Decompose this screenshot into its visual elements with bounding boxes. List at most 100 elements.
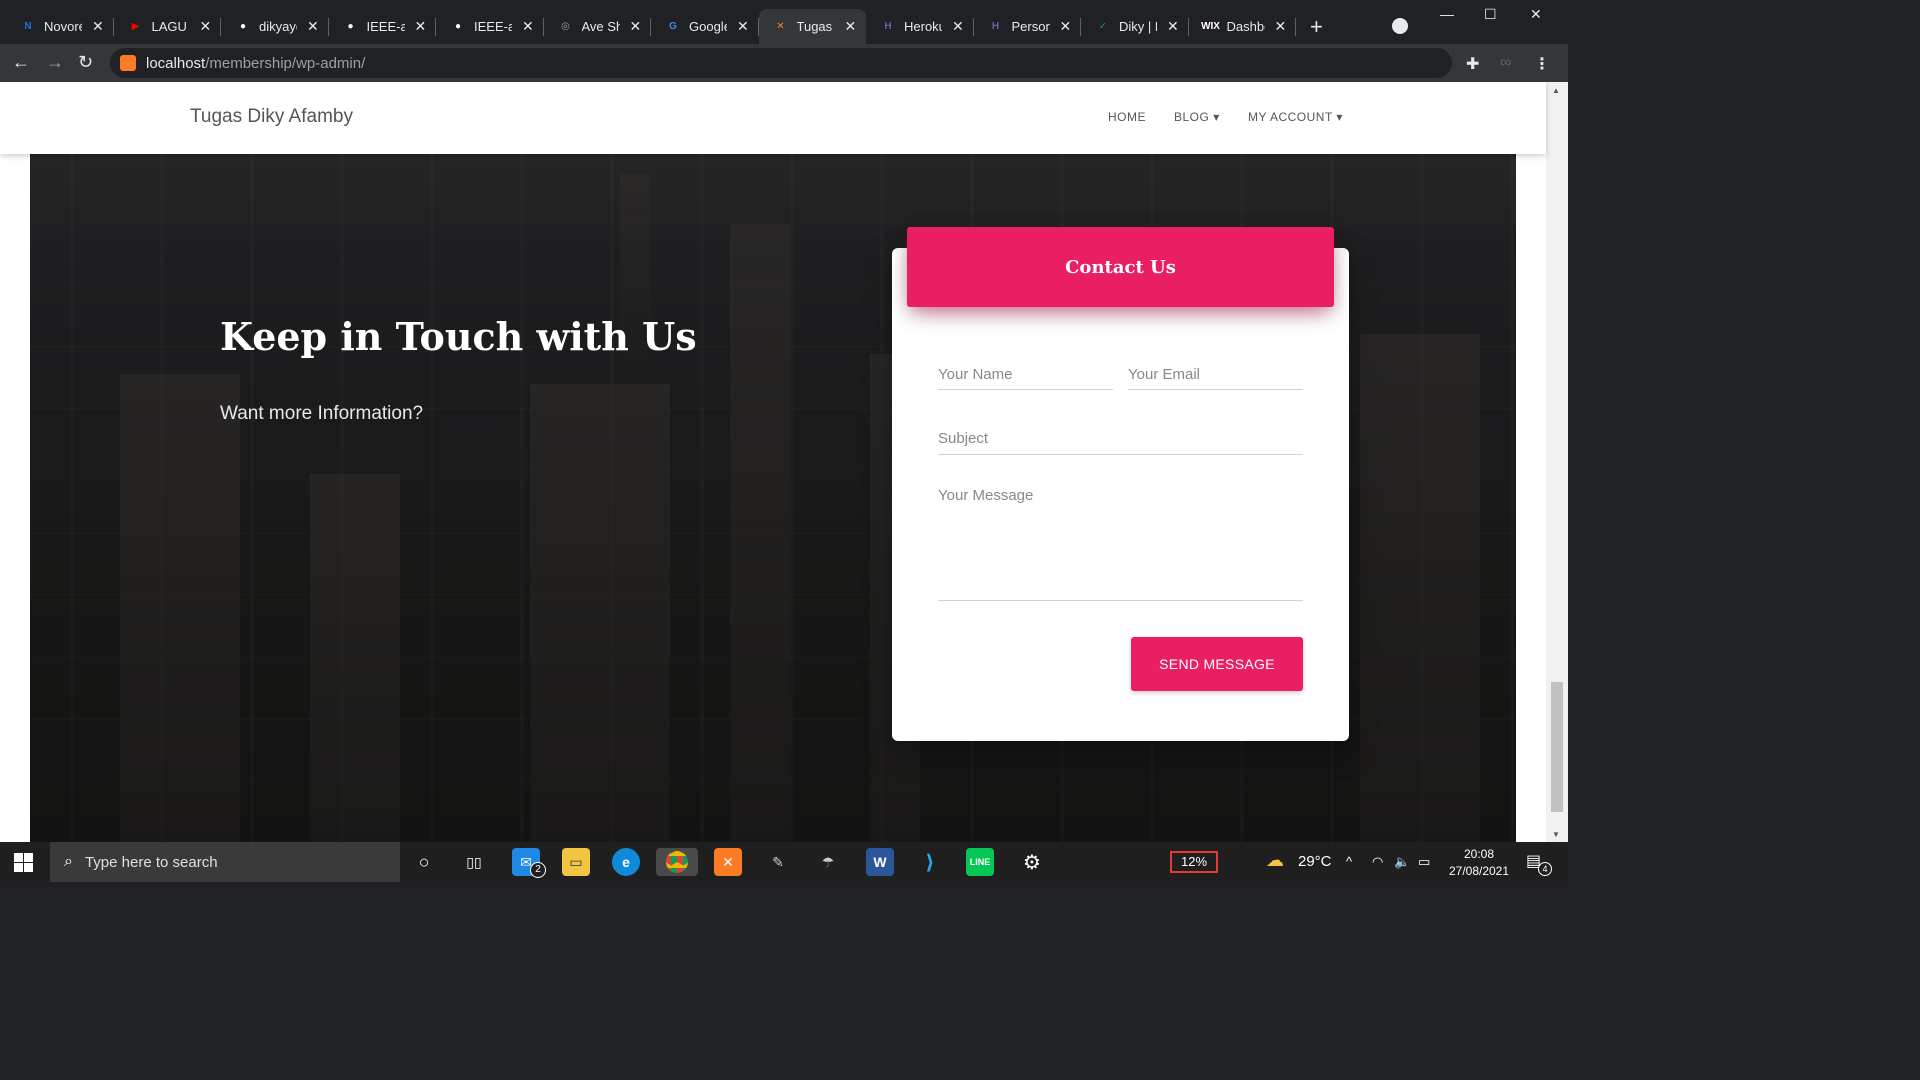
- taskbar-search-placeholder: Type here to search: [84, 853, 218, 871]
- tab-close-icon[interactable]: ✕: [522, 18, 534, 35]
- taskbar-search-box[interactable]: ⌕ Type here to search: [50, 842, 400, 882]
- close-window-icon[interactable]: ✕: [1530, 6, 1542, 23]
- paint3d-icon[interactable]: ☂: [814, 848, 842, 876]
- reload-icon[interactable]: ↻: [78, 52, 93, 73]
- tab-favicon-icon: WIX: [1201, 21, 1220, 32]
- tab-close-icon[interactable]: ✕: [1060, 18, 1072, 35]
- search-icon: ⌕: [64, 853, 73, 870]
- tray-chevron-up-icon[interactable]: ^: [1346, 854, 1352, 869]
- line-app-icon[interactable]: LINE: [966, 848, 994, 876]
- tab-label: Google: [689, 19, 727, 34]
- browser-tab[interactable]: ● IEEE-aw ✕: [436, 9, 544, 44]
- site-navbar: Tugas Diky Afamby HOME BLOG ▾ MY ACCOUNT…: [0, 82, 1546, 154]
- extensions-icon[interactable]: ✚: [1466, 54, 1479, 74]
- tab-favicon-icon: G: [669, 21, 677, 32]
- hero-subtitle: Want more Information?: [220, 403, 424, 424]
- tab-close-icon[interactable]: ✕: [845, 18, 857, 35]
- profile-icon[interactable]: ∞: [1500, 54, 1511, 72]
- site-brand[interactable]: Tugas Diky Afamby: [190, 106, 353, 128]
- mail-badge: 2: [530, 862, 546, 878]
- task-view-icon[interactable]: ▯▯: [460, 848, 488, 876]
- tab-separator: [1295, 18, 1296, 36]
- tab-label: IEEE-aw: [366, 19, 405, 34]
- email-field[interactable]: [1128, 360, 1303, 390]
- tab-label: Ave Shi: [581, 19, 620, 34]
- tab-favicon-icon: ▶: [131, 21, 140, 32]
- caret-down-icon: ▾: [1336, 110, 1343, 124]
- paint-icon[interactable]: ✎: [764, 848, 792, 876]
- url-path: /membership/wp-admin/: [205, 54, 366, 72]
- browser-tab[interactable]: ✓ Diky | P ✕: [1081, 9, 1189, 44]
- site-favicon-icon: [120, 55, 136, 71]
- tab-favicon-icon: ●: [347, 21, 354, 32]
- address-bar[interactable]: localhost/membership/wp-admin/: [110, 48, 1452, 78]
- tab-close-icon[interactable]: ✕: [92, 18, 104, 35]
- volume-icon[interactable]: 🔈: [1394, 854, 1410, 870]
- send-message-button[interactable]: SEND MESSAGE: [1131, 637, 1303, 691]
- battery-indicator[interactable]: 12%: [1170, 851, 1218, 873]
- nav-my-account[interactable]: MY ACCOUNT ▾: [1248, 110, 1343, 124]
- tab-close-icon[interactable]: ✕: [415, 18, 427, 35]
- contact-card-title: Contact Us: [1065, 256, 1176, 278]
- file-explorer-icon[interactable]: ▭: [562, 848, 590, 876]
- browser-tab[interactable]: ▶ LAGU S ✕: [114, 9, 221, 44]
- tab-close-icon[interactable]: ✕: [630, 18, 642, 35]
- tab-close-icon[interactable]: ✕: [952, 18, 964, 35]
- tab-close-icon[interactable]: ✕: [1275, 18, 1287, 35]
- nav-home[interactable]: HOME: [1108, 110, 1146, 124]
- tab-favicon-icon: ✓: [1098, 21, 1108, 32]
- tab-search-icon[interactable]: [1392, 18, 1408, 34]
- page-viewport: Tugas Diky Afamby HOME BLOG ▾ MY ACCOUNT…: [0, 82, 1568, 842]
- tab-label: dikyayo: [259, 19, 297, 34]
- page-scrollbar[interactable]: ▲ ▼: [1546, 82, 1568, 842]
- browser-toolbar: ← → ↻ localhost/membership/wp-admin/ ✚ ∞…: [0, 44, 1568, 82]
- taskbar-clock[interactable]: 20:08 27/08/2021: [1448, 846, 1510, 880]
- new-tab-button[interactable]: +: [1310, 14, 1323, 40]
- tab-close-icon[interactable]: ✕: [1167, 18, 1179, 35]
- browser-tab[interactable]: H Heroku ✕: [866, 9, 974, 44]
- tab-label: Tugas D: [796, 19, 835, 34]
- browser-tab[interactable]: WIX Dashbo ✕: [1189, 9, 1296, 44]
- subject-field[interactable]: [938, 423, 1303, 455]
- tab-close-icon[interactable]: ✕: [200, 18, 212, 35]
- browser-tab[interactable]: ● IEEE-aw ✕: [329, 9, 436, 44]
- cortana-icon[interactable]: ○: [410, 848, 438, 876]
- tab-close-icon[interactable]: ✕: [737, 18, 749, 35]
- scroll-up-icon[interactable]: ▲: [1552, 86, 1560, 95]
- nav-blog-label: BLOG: [1174, 110, 1210, 124]
- word-icon[interactable]: W: [866, 848, 894, 876]
- clock-date: 27/08/2021: [1448, 864, 1510, 878]
- browser-menu-icon[interactable]: ⋮: [1534, 54, 1550, 74]
- tab-close-icon[interactable]: ✕: [307, 18, 319, 35]
- forward-icon[interactable]: →: [46, 52, 64, 73]
- back-icon[interactable]: ←: [12, 52, 30, 73]
- browser-tab[interactable]: G Google ✕: [651, 9, 759, 44]
- notification-badge: 4: [1538, 862, 1552, 876]
- chrome-icon[interactable]: [656, 848, 698, 876]
- weather-icon[interactable]: ☁: [1266, 850, 1284, 871]
- browser-tab[interactable]: ● dikyayo ✕: [221, 9, 329, 44]
- vscode-icon[interactable]: ⟩: [916, 848, 944, 876]
- browser-tab[interactable]: H Persona ✕: [974, 9, 1081, 44]
- windows-start-icon[interactable]: [14, 853, 34, 873]
- tab-label: Novoré: [44, 19, 82, 34]
- battery-tray-icon[interactable]: ▭: [1418, 854, 1430, 870]
- settings-gear-icon[interactable]: ⚙: [1018, 848, 1046, 876]
- message-field[interactable]: [938, 485, 1303, 601]
- tab-label: Dashbo: [1226, 19, 1265, 34]
- name-field[interactable]: [938, 360, 1113, 390]
- browser-tab[interactable]: N Novoré ✕: [6, 9, 114, 44]
- nav-blog[interactable]: BLOG ▾: [1174, 110, 1220, 124]
- minimize-icon[interactable]: —: [1440, 6, 1454, 22]
- wifi-icon[interactable]: ◠: [1372, 854, 1383, 870]
- scrollbar-thumb[interactable]: [1551, 682, 1563, 812]
- xampp-icon[interactable]: ✕: [714, 848, 742, 876]
- edge-icon[interactable]: e: [612, 848, 640, 876]
- tab-label: LAGU S: [151, 19, 190, 34]
- maximize-icon[interactable]: ☐: [1484, 6, 1497, 23]
- browser-tab[interactable]: ◎ Ave Shi ✕: [544, 9, 651, 44]
- browser-tab[interactable]: ✕ Tugas D ✕: [758, 9, 866, 44]
- hero-title: Keep in Touch with Us: [220, 314, 697, 359]
- scroll-down-icon[interactable]: ▼: [1552, 830, 1560, 839]
- temperature-text[interactable]: 29°C: [1298, 853, 1332, 870]
